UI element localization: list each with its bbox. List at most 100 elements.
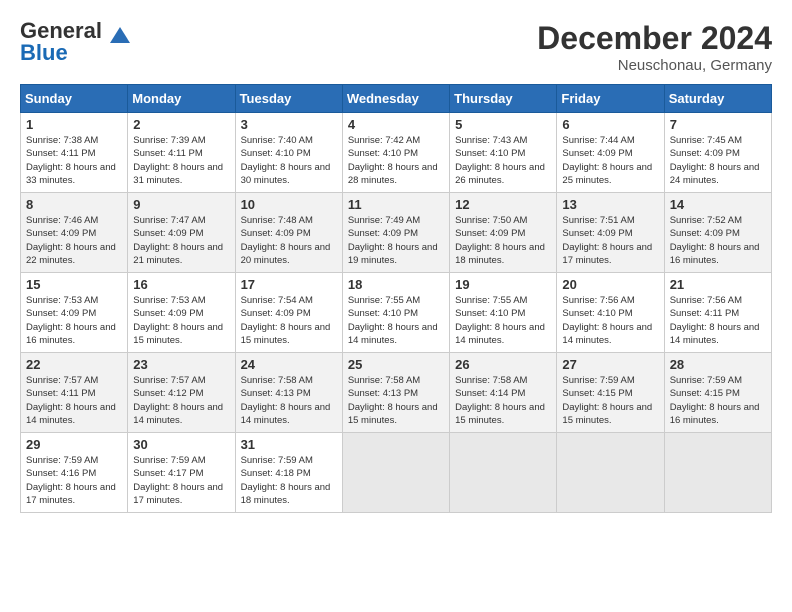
table-row: 9 Sunrise: 7:47 AMSunset: 4:09 PMDayligh… bbox=[128, 193, 235, 273]
day-info: Sunrise: 7:59 AMSunset: 4:16 PMDaylight:… bbox=[26, 454, 122, 507]
day-info: Sunrise: 7:50 AMSunset: 4:09 PMDaylight:… bbox=[455, 214, 551, 267]
header-row: Sunday Monday Tuesday Wednesday Thursday… bbox=[21, 85, 772, 113]
col-friday: Friday bbox=[557, 85, 664, 113]
day-info: Sunrise: 7:52 AMSunset: 4:09 PMDaylight:… bbox=[670, 214, 766, 267]
table-row: 5 Sunrise: 7:43 AMSunset: 4:10 PMDayligh… bbox=[450, 113, 557, 193]
day-number: 8 bbox=[26, 197, 122, 212]
logo-text: GeneralBlue bbox=[20, 20, 102, 64]
table-row: 17 Sunrise: 7:54 AMSunset: 4:09 PMDaylig… bbox=[235, 273, 342, 353]
day-info: Sunrise: 7:58 AMSunset: 4:13 PMDaylight:… bbox=[348, 374, 444, 427]
table-row: 11 Sunrise: 7:49 AMSunset: 4:09 PMDaylig… bbox=[342, 193, 449, 273]
day-number: 1 bbox=[26, 117, 122, 132]
table-row bbox=[342, 433, 449, 513]
day-number: 2 bbox=[133, 117, 229, 132]
day-info: Sunrise: 7:51 AMSunset: 4:09 PMDaylight:… bbox=[562, 214, 658, 267]
table-row bbox=[664, 433, 771, 513]
day-info: Sunrise: 7:57 AMSunset: 4:11 PMDaylight:… bbox=[26, 374, 122, 427]
day-info: Sunrise: 7:53 AMSunset: 4:09 PMDaylight:… bbox=[26, 294, 122, 347]
calendar-table: Sunday Monday Tuesday Wednesday Thursday… bbox=[20, 84, 772, 513]
table-row: 15 Sunrise: 7:53 AMSunset: 4:09 PMDaylig… bbox=[21, 273, 128, 353]
day-info: Sunrise: 7:46 AMSunset: 4:09 PMDaylight:… bbox=[26, 214, 122, 267]
day-number: 16 bbox=[133, 277, 229, 292]
day-info: Sunrise: 7:39 AMSunset: 4:11 PMDaylight:… bbox=[133, 134, 229, 187]
day-info: Sunrise: 7:42 AMSunset: 4:10 PMDaylight:… bbox=[348, 134, 444, 187]
calendar-week-row: 1 Sunrise: 7:38 AMSunset: 4:11 PMDayligh… bbox=[21, 113, 772, 193]
day-info: Sunrise: 7:56 AMSunset: 4:11 PMDaylight:… bbox=[670, 294, 766, 347]
day-number: 15 bbox=[26, 277, 122, 292]
table-row: 21 Sunrise: 7:56 AMSunset: 4:11 PMDaylig… bbox=[664, 273, 771, 353]
day-info: Sunrise: 7:55 AMSunset: 4:10 PMDaylight:… bbox=[455, 294, 551, 347]
day-number: 18 bbox=[348, 277, 444, 292]
table-row: 14 Sunrise: 7:52 AMSunset: 4:09 PMDaylig… bbox=[664, 193, 771, 273]
calendar-week-row: 22 Sunrise: 7:57 AMSunset: 4:11 PMDaylig… bbox=[21, 353, 772, 433]
day-info: Sunrise: 7:59 AMSunset: 4:17 PMDaylight:… bbox=[133, 454, 229, 507]
day-number: 12 bbox=[455, 197, 551, 212]
day-info: Sunrise: 7:38 AMSunset: 4:11 PMDaylight:… bbox=[26, 134, 122, 187]
day-number: 14 bbox=[670, 197, 766, 212]
day-info: Sunrise: 7:47 AMSunset: 4:09 PMDaylight:… bbox=[133, 214, 229, 267]
day-info: Sunrise: 7:44 AMSunset: 4:09 PMDaylight:… bbox=[562, 134, 658, 187]
col-monday: Monday bbox=[128, 85, 235, 113]
day-number: 25 bbox=[348, 357, 444, 372]
day-number: 20 bbox=[562, 277, 658, 292]
table-row: 26 Sunrise: 7:58 AMSunset: 4:14 PMDaylig… bbox=[450, 353, 557, 433]
day-number: 4 bbox=[348, 117, 444, 132]
table-row: 31 Sunrise: 7:59 AMSunset: 4:18 PMDaylig… bbox=[235, 433, 342, 513]
location: Neuschonau, Germany bbox=[537, 57, 772, 74]
day-number: 28 bbox=[670, 357, 766, 372]
day-number: 3 bbox=[241, 117, 337, 132]
page-header: GeneralBlue December 2024 Neuschonau, Ge… bbox=[20, 20, 772, 74]
calendar-week-row: 29 Sunrise: 7:59 AMSunset: 4:16 PMDaylig… bbox=[21, 433, 772, 513]
day-info: Sunrise: 7:59 AMSunset: 4:15 PMDaylight:… bbox=[670, 374, 766, 427]
table-row: 22 Sunrise: 7:57 AMSunset: 4:11 PMDaylig… bbox=[21, 353, 128, 433]
day-number: 13 bbox=[562, 197, 658, 212]
table-row bbox=[557, 433, 664, 513]
day-number: 5 bbox=[455, 117, 551, 132]
table-row: 10 Sunrise: 7:48 AMSunset: 4:09 PMDaylig… bbox=[235, 193, 342, 273]
col-tuesday: Tuesday bbox=[235, 85, 342, 113]
table-row: 28 Sunrise: 7:59 AMSunset: 4:15 PMDaylig… bbox=[664, 353, 771, 433]
month-title: December 2024 bbox=[537, 20, 772, 57]
day-info: Sunrise: 7:59 AMSunset: 4:15 PMDaylight:… bbox=[562, 374, 658, 427]
day-number: 30 bbox=[133, 437, 229, 452]
day-info: Sunrise: 7:48 AMSunset: 4:09 PMDaylight:… bbox=[241, 214, 337, 267]
day-info: Sunrise: 7:58 AMSunset: 4:13 PMDaylight:… bbox=[241, 374, 337, 427]
table-row: 20 Sunrise: 7:56 AMSunset: 4:10 PMDaylig… bbox=[557, 273, 664, 353]
table-row: 1 Sunrise: 7:38 AMSunset: 4:11 PMDayligh… bbox=[21, 113, 128, 193]
table-row: 29 Sunrise: 7:59 AMSunset: 4:16 PMDaylig… bbox=[21, 433, 128, 513]
day-number: 29 bbox=[26, 437, 122, 452]
day-number: 19 bbox=[455, 277, 551, 292]
table-row: 27 Sunrise: 7:59 AMSunset: 4:15 PMDaylig… bbox=[557, 353, 664, 433]
day-info: Sunrise: 7:43 AMSunset: 4:10 PMDaylight:… bbox=[455, 134, 551, 187]
day-number: 31 bbox=[241, 437, 337, 452]
table-row: 2 Sunrise: 7:39 AMSunset: 4:11 PMDayligh… bbox=[128, 113, 235, 193]
col-saturday: Saturday bbox=[664, 85, 771, 113]
day-number: 17 bbox=[241, 277, 337, 292]
day-info: Sunrise: 7:57 AMSunset: 4:12 PMDaylight:… bbox=[133, 374, 229, 427]
table-row: 19 Sunrise: 7:55 AMSunset: 4:10 PMDaylig… bbox=[450, 273, 557, 353]
day-info: Sunrise: 7:59 AMSunset: 4:18 PMDaylight:… bbox=[241, 454, 337, 507]
table-row: 7 Sunrise: 7:45 AMSunset: 4:09 PMDayligh… bbox=[664, 113, 771, 193]
logo: GeneralBlue bbox=[20, 20, 134, 64]
day-number: 27 bbox=[562, 357, 658, 372]
day-info: Sunrise: 7:53 AMSunset: 4:09 PMDaylight:… bbox=[133, 294, 229, 347]
day-info: Sunrise: 7:56 AMSunset: 4:10 PMDaylight:… bbox=[562, 294, 658, 347]
day-info: Sunrise: 7:54 AMSunset: 4:09 PMDaylight:… bbox=[241, 294, 337, 347]
day-number: 26 bbox=[455, 357, 551, 372]
logo-blue: Blue bbox=[20, 40, 68, 65]
day-info: Sunrise: 7:40 AMSunset: 4:10 PMDaylight:… bbox=[241, 134, 337, 187]
table-row: 12 Sunrise: 7:50 AMSunset: 4:09 PMDaylig… bbox=[450, 193, 557, 273]
title-block: December 2024 Neuschonau, Germany bbox=[537, 20, 772, 74]
day-number: 24 bbox=[241, 357, 337, 372]
day-number: 6 bbox=[562, 117, 658, 132]
day-number: 23 bbox=[133, 357, 229, 372]
col-sunday: Sunday bbox=[21, 85, 128, 113]
day-info: Sunrise: 7:55 AMSunset: 4:10 PMDaylight:… bbox=[348, 294, 444, 347]
col-thursday: Thursday bbox=[450, 85, 557, 113]
col-wednesday: Wednesday bbox=[342, 85, 449, 113]
table-row: 3 Sunrise: 7:40 AMSunset: 4:10 PMDayligh… bbox=[235, 113, 342, 193]
table-row: 30 Sunrise: 7:59 AMSunset: 4:17 PMDaylig… bbox=[128, 433, 235, 513]
day-number: 21 bbox=[670, 277, 766, 292]
day-number: 11 bbox=[348, 197, 444, 212]
table-row: 23 Sunrise: 7:57 AMSunset: 4:12 PMDaylig… bbox=[128, 353, 235, 433]
